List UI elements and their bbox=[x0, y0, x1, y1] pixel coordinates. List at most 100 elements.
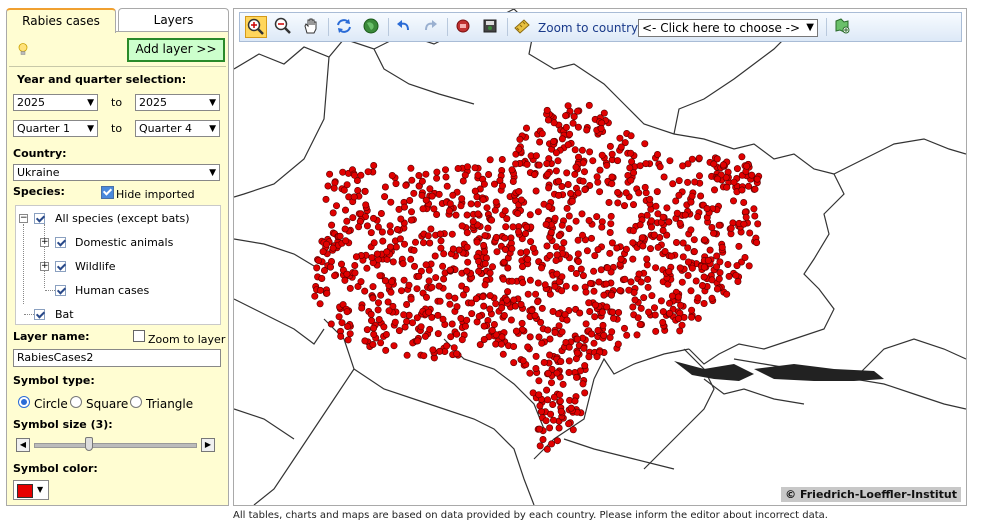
rabies-case-point[interactable] bbox=[432, 274, 440, 282]
rabies-case-point[interactable] bbox=[486, 156, 494, 164]
rabies-case-point[interactable] bbox=[510, 342, 518, 350]
rabies-case-point[interactable] bbox=[517, 249, 525, 257]
rabies-case-point[interactable] bbox=[546, 351, 554, 359]
rabies-case-point[interactable] bbox=[550, 138, 558, 146]
rabies-case-point[interactable] bbox=[357, 171, 365, 179]
rabies-case-point[interactable] bbox=[369, 294, 377, 302]
rabies-case-point[interactable] bbox=[544, 369, 552, 377]
rabies-case-point[interactable] bbox=[545, 184, 553, 192]
rabies-case-point[interactable] bbox=[315, 257, 323, 265]
rabies-case-point[interactable] bbox=[593, 213, 601, 221]
rabies-case-point[interactable] bbox=[369, 283, 377, 291]
rabies-case-point[interactable] bbox=[532, 187, 540, 195]
rabies-case-point[interactable] bbox=[368, 254, 376, 262]
rabies-case-point[interactable] bbox=[313, 264, 321, 272]
rabies-case-point[interactable] bbox=[417, 323, 425, 331]
rabies-case-point[interactable] bbox=[342, 237, 350, 245]
symbol-size-slider[interactable] bbox=[84, 437, 93, 451]
rabies-case-point[interactable] bbox=[550, 119, 558, 127]
rabies-case-point[interactable] bbox=[526, 369, 534, 377]
rabies-case-point[interactable] bbox=[410, 246, 418, 254]
rabies-case-point[interactable] bbox=[614, 340, 622, 348]
rabies-case-point[interactable] bbox=[381, 193, 389, 201]
radio-square[interactable] bbox=[70, 396, 82, 408]
rabies-case-point[interactable] bbox=[383, 248, 391, 256]
rabies-case-point[interactable] bbox=[492, 300, 500, 308]
rabies-case-point[interactable] bbox=[695, 172, 703, 180]
map-canvas[interactable] bbox=[234, 9, 966, 505]
rabies-case-point[interactable] bbox=[690, 248, 698, 256]
rabies-case-point[interactable] bbox=[483, 254, 491, 262]
rabies-case-point[interactable] bbox=[723, 183, 731, 191]
rabies-case-point[interactable] bbox=[471, 187, 479, 195]
rabies-case-point[interactable] bbox=[614, 157, 622, 165]
rabies-case-point[interactable] bbox=[606, 142, 614, 150]
rabies-case-point[interactable] bbox=[562, 112, 570, 120]
rabies-case-point[interactable] bbox=[719, 161, 727, 169]
rabies-case-point[interactable] bbox=[415, 272, 423, 280]
rabies-case-point[interactable] bbox=[401, 240, 409, 248]
rabies-case-point[interactable] bbox=[509, 223, 517, 231]
rabies-case-point[interactable] bbox=[388, 172, 396, 180]
rabies-case-point[interactable] bbox=[629, 201, 637, 209]
rabies-case-point[interactable] bbox=[498, 182, 506, 190]
rabies-case-point[interactable] bbox=[528, 306, 536, 314]
rabies-case-point[interactable] bbox=[673, 209, 681, 217]
rabies-case-point[interactable] bbox=[544, 170, 552, 178]
rabies-case-point[interactable] bbox=[591, 301, 599, 309]
rabies-case-point[interactable] bbox=[557, 407, 565, 415]
rabies-case-point[interactable] bbox=[751, 185, 759, 193]
rabies-case-point[interactable] bbox=[616, 286, 624, 294]
radio-triangle[interactable] bbox=[130, 396, 142, 408]
rabies-case-point[interactable] bbox=[376, 272, 384, 280]
rabies-case-point[interactable] bbox=[328, 221, 336, 229]
rabies-case-point[interactable] bbox=[538, 339, 546, 347]
rabies-case-point[interactable] bbox=[668, 292, 676, 300]
rabies-case-point[interactable] bbox=[516, 135, 524, 143]
rabies-case-point[interactable] bbox=[443, 342, 451, 350]
rabies-case-point[interactable] bbox=[377, 210, 385, 218]
rabies-case-point[interactable] bbox=[741, 254, 749, 262]
rabies-case-point[interactable] bbox=[738, 153, 746, 161]
rabies-case-point[interactable] bbox=[501, 246, 509, 254]
rabies-case-point[interactable] bbox=[381, 277, 389, 285]
rabies-case-point[interactable] bbox=[342, 206, 350, 214]
rabies-case-point[interactable] bbox=[547, 410, 555, 418]
rabies-case-point[interactable] bbox=[389, 258, 397, 266]
zoom-in-icon[interactable] bbox=[245, 16, 267, 38]
rabies-case-point[interactable] bbox=[609, 314, 617, 322]
rabies-case-point[interactable] bbox=[547, 228, 555, 236]
rabies-case-point[interactable] bbox=[716, 258, 724, 266]
rabies-case-point[interactable] bbox=[543, 242, 551, 250]
rabies-case-point[interactable] bbox=[407, 295, 415, 303]
rabies-case-point[interactable] bbox=[684, 271, 692, 279]
rabies-case-point[interactable] bbox=[532, 352, 540, 360]
rabies-case-point[interactable] bbox=[403, 300, 411, 308]
rabies-case-point[interactable] bbox=[351, 269, 359, 277]
rabies-case-point[interactable] bbox=[669, 180, 677, 188]
rabies-case-point[interactable] bbox=[565, 368, 573, 376]
rabies-case-point[interactable] bbox=[753, 175, 761, 183]
rabies-case-point[interactable] bbox=[446, 266, 454, 274]
rabies-case-point[interactable] bbox=[659, 213, 667, 221]
rabies-case-point[interactable] bbox=[512, 327, 520, 335]
rabies-case-point[interactable] bbox=[573, 335, 581, 343]
rabies-case-point[interactable] bbox=[565, 225, 573, 233]
rabies-case-point[interactable] bbox=[352, 253, 360, 261]
collapse-icon[interactable]: − bbox=[19, 214, 28, 223]
rabies-case-point[interactable] bbox=[437, 237, 445, 245]
rabies-case-point[interactable] bbox=[663, 204, 671, 212]
rabies-case-point[interactable] bbox=[524, 343, 532, 351]
rabies-case-point[interactable] bbox=[428, 283, 436, 291]
rabies-case-point[interactable] bbox=[735, 242, 743, 250]
rabies-case-point[interactable] bbox=[316, 286, 324, 294]
rabies-case-point[interactable] bbox=[566, 130, 574, 138]
rabies-case-point[interactable] bbox=[608, 173, 616, 181]
rabies-case-point[interactable] bbox=[552, 257, 560, 265]
rabies-case-point[interactable] bbox=[450, 344, 458, 352]
rabies-case-point[interactable] bbox=[646, 195, 654, 203]
rabies-case-point[interactable] bbox=[489, 263, 497, 271]
rabies-case-point[interactable] bbox=[350, 193, 358, 201]
rabies-case-point[interactable] bbox=[433, 174, 441, 182]
rabies-case-point[interactable] bbox=[553, 251, 561, 259]
